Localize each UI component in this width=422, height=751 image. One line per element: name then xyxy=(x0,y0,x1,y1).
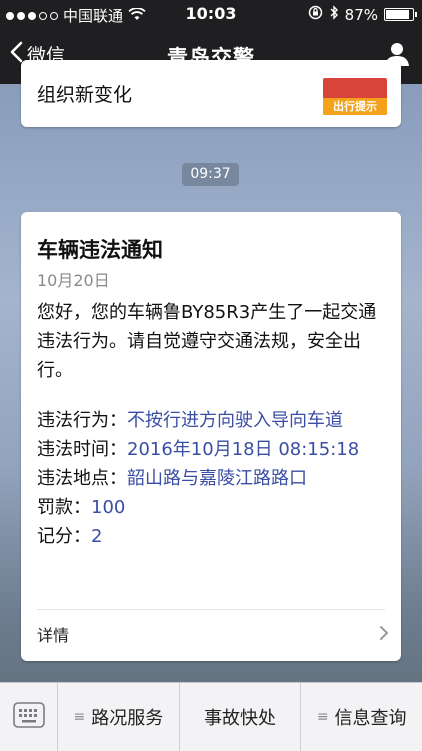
battery-icon xyxy=(384,8,417,21)
detail-row-behavior: 违法行为：不按行进方向驶入导向车道 xyxy=(37,406,389,435)
row-value: 不按行进方向驶入导向车道 xyxy=(127,410,343,431)
status-bar: 中国联通 10:03 87% xyxy=(0,0,422,28)
menu-label: 信息查询 xyxy=(334,708,407,729)
chevron-right-icon xyxy=(379,625,389,645)
menu-traffic-service[interactable]: ≡ 路况服务 xyxy=(58,683,180,751)
detail-row-points: 记分：2 xyxy=(37,522,389,551)
row-label: 违法行为： xyxy=(37,410,127,431)
menu-accident-quick[interactable]: 事故快处 xyxy=(180,683,302,751)
violation-notice-card[interactable]: 车辆违法通知 10月20日 您好，您的车辆鲁BY85R3产生了一起交通违法行为。… xyxy=(21,212,401,661)
details-label: 详情 xyxy=(37,626,70,645)
detail-row-time: 违法时间：2016年10月18日 08:15:18 xyxy=(37,435,389,464)
keyboard-toggle-button[interactable] xyxy=(0,683,58,751)
menu-info-query[interactable]: ≡ 信息查询 xyxy=(301,683,422,751)
thumbnail-label: 出行提示 xyxy=(323,98,387,115)
status-right: 87% xyxy=(308,5,417,24)
previous-message-text: 组织新变化 xyxy=(37,84,133,106)
keyboard-icon xyxy=(12,702,45,732)
row-value: 韶山路与嘉陵江路路口 xyxy=(127,468,307,489)
notice-intro: 您好，您的车辆鲁BY85R3产生了一起交通违法行为。请自觉遵守交通法规，安全出行… xyxy=(37,302,377,381)
bottom-menu-bar: ≡ 路况服务 事故快处 ≡ 信息查询 xyxy=(0,682,422,751)
notice-title: 车辆违法通知 xyxy=(37,238,163,262)
menu-list-icon: ≡ xyxy=(316,709,329,725)
message-timestamp: 09:37 xyxy=(182,163,239,186)
previous-message-thumbnail: 出行提示 xyxy=(323,78,387,115)
menu-label: 路况服务 xyxy=(91,708,164,729)
row-label: 记分： xyxy=(37,526,91,547)
row-value: 2 xyxy=(91,526,103,547)
detail-row-location: 违法地点：韶山路与嘉陵江路路口 xyxy=(37,464,389,493)
violation-details: 违法行为：不按行进方向驶入导向车道 违法时间：2016年10月18日 08:15… xyxy=(37,406,389,551)
battery-percent: 87% xyxy=(344,5,378,24)
details-link[interactable]: 详情 xyxy=(21,610,401,658)
row-value: 100 xyxy=(91,497,126,518)
row-label: 违法地点： xyxy=(37,468,127,489)
detail-row-fine: 罚款：100 xyxy=(37,493,389,522)
row-value: 2016年10月18日 08:15:18 xyxy=(127,439,360,460)
notice-date: 10月20日 xyxy=(37,271,110,290)
bluetooth-icon xyxy=(329,5,339,24)
orientation-lock-icon xyxy=(308,5,323,24)
menu-label: 事故快处 xyxy=(204,708,276,729)
row-label: 违法时间： xyxy=(37,439,127,460)
row-label: 罚款： xyxy=(37,497,91,518)
menu-list-icon: ≡ xyxy=(73,709,86,725)
previous-message-card[interactable]: 组织新变化 出行提示 xyxy=(21,60,401,127)
